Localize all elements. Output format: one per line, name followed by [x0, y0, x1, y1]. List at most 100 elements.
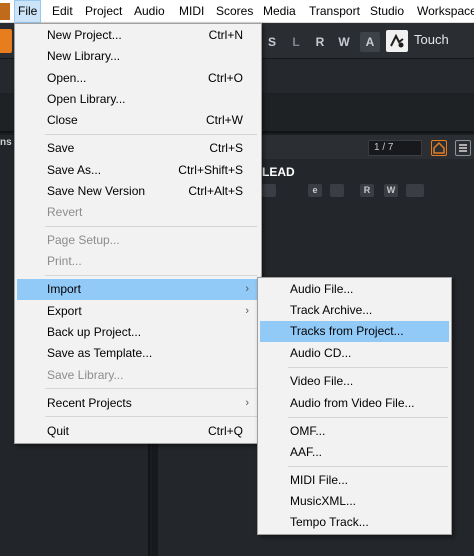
shortcut-label: Ctrl+W [206, 113, 243, 127]
menu-item-new-library[interactable]: New Library... [17, 46, 259, 67]
import-item-aaf[interactable]: AAF... [260, 442, 449, 463]
list-view-icon[interactable] [455, 140, 471, 156]
track-counter: 1 / 7 [368, 140, 422, 156]
menu-item-label: Tracks from Project... [290, 324, 404, 338]
read-button[interactable]: R [310, 32, 330, 52]
import-item-audio-from-video-file[interactable]: Audio from Video File... [260, 393, 449, 414]
track-write-button[interactable]: W [384, 184, 398, 197]
shortcut-label: Ctrl+S [209, 141, 243, 155]
import-item-audio-file[interactable]: Audio File... [260, 279, 449, 300]
file-menu: New Project... Ctrl+N New Library... Ope… [14, 23, 262, 444]
menu-item-label: Track Archive... [290, 303, 373, 317]
menu-item-label: OMF... [290, 424, 326, 438]
menu-item-label: MusicXML... [290, 494, 357, 508]
menu-media[interactable]: Media [263, 0, 296, 23]
write-button[interactable]: W [334, 32, 354, 52]
menu-item-revert: Revert [17, 202, 259, 223]
track-lanes-button[interactable] [406, 184, 424, 197]
shortcut-label: Ctrl+O [207, 71, 243, 85]
menu-separator [45, 226, 257, 227]
automation-button[interactable]: A [360, 32, 380, 52]
menu-item-label: Save As... [47, 163, 102, 177]
menu-item-label: Quit [47, 424, 70, 438]
menu-item-save-library: Save Library... [17, 365, 259, 386]
menu-item-save[interactable]: Save Ctrl+S [17, 138, 259, 159]
shortcut-label: Ctrl+Shift+S [178, 163, 243, 177]
menu-item-back-up-project[interactable]: Back up Project... [17, 322, 259, 343]
home-icon[interactable] [431, 140, 447, 156]
inspector-tab-label[interactable]: ns [0, 137, 12, 148]
solo-button[interactable]: S [262, 32, 282, 52]
import-item-tracks-from-project[interactable]: Tracks from Project... [260, 321, 449, 342]
menu-item-label: Open Library... [47, 92, 126, 106]
menu-item-import[interactable]: Import › [17, 279, 259, 300]
menu-audio[interactable]: Audio [134, 0, 165, 23]
menu-item-print: Print... [17, 251, 259, 272]
chevron-right-icon: › [245, 305, 249, 317]
app-icon [0, 3, 10, 20]
menu-item-label: Open... [47, 71, 87, 85]
import-item-video-file[interactable]: Video File... [260, 371, 449, 392]
toolbar-left-button[interactable] [0, 29, 12, 53]
menu-separator [45, 134, 257, 135]
menu-item-label: Audio File... [290, 282, 354, 296]
track-monitor-button[interactable] [330, 184, 344, 197]
menu-item-open-library[interactable]: Open Library... [17, 89, 259, 110]
menu-studio[interactable]: Studio [370, 0, 404, 23]
menu-item-label: Import [47, 282, 82, 296]
menu-item-label: Close [47, 113, 78, 127]
menu-workspace[interactable]: Workspace [417, 0, 474, 23]
menu-item-open[interactable]: Open... Ctrl+O [17, 68, 259, 89]
menu-item-close[interactable]: Close Ctrl+W [17, 110, 259, 131]
import-item-musicxml[interactable]: MusicXML... [260, 491, 449, 512]
listen-button[interactable]: L [286, 32, 306, 52]
menu-item-recent-projects[interactable]: Recent Projects › [17, 393, 259, 414]
menu-item-label: Video File... [290, 374, 354, 388]
shortcut-label: Ctrl+Alt+S [188, 184, 243, 198]
automation-mode-label: Touch [414, 32, 449, 47]
menu-item-label: Audio from Video File... [290, 396, 415, 410]
menu-item-new-project[interactable]: New Project... Ctrl+N [17, 25, 259, 46]
menu-transport[interactable]: Transport [309, 0, 360, 23]
import-item-midi-file[interactable]: MIDI File... [260, 470, 449, 491]
chevron-right-icon: › [245, 397, 249, 409]
import-item-tempo-track[interactable]: Tempo Track... [260, 512, 449, 533]
menu-item-label: Export [47, 304, 82, 318]
menu-item-label: AAF... [290, 445, 323, 459]
menu-item-label: Save [47, 141, 75, 155]
menu-item-export[interactable]: Export › [17, 301, 259, 322]
menu-item-label: Audio CD... [290, 346, 352, 360]
import-item-track-archive[interactable]: Track Archive... [260, 300, 449, 321]
menu-bar: File Edit Project Audio MIDI Scores Medi… [0, 0, 474, 23]
import-item-audio-cd[interactable]: Audio CD... [260, 343, 449, 364]
menu-separator [45, 416, 257, 417]
menu-file[interactable]: File [14, 0, 42, 23]
menu-separator [45, 275, 257, 276]
menu-item-label: New Library... [47, 49, 121, 63]
menu-item-page-setup: Page Setup... [17, 230, 259, 251]
chevron-right-icon: › [245, 283, 249, 295]
menu-project[interactable]: Project [85, 0, 122, 23]
track-power-button[interactable] [262, 184, 276, 197]
track-name[interactable]: LEAD [262, 165, 295, 179]
menu-item-label: Page Setup... [47, 233, 120, 247]
track-read-button[interactable]: R [360, 184, 374, 197]
menu-item-save-as[interactable]: Save As... Ctrl+Shift+S [17, 160, 259, 181]
menu-item-label: Revert [47, 205, 83, 219]
menu-item-label: Back up Project... [47, 325, 142, 339]
menu-midi[interactable]: MIDI [179, 0, 204, 23]
menu-edit[interactable]: Edit [52, 0, 73, 23]
shortcut-label: Ctrl+N [208, 28, 243, 42]
menu-scores[interactable]: Scores [216, 0, 253, 23]
menu-item-quit[interactable]: Quit Ctrl+Q [17, 421, 259, 442]
menu-item-label: New Project... [47, 28, 122, 42]
menu-item-label: Tempo Track... [290, 515, 369, 529]
track-edit-button[interactable]: e [308, 184, 322, 197]
menu-item-save-new-version[interactable]: Save New Version Ctrl+Alt+S [17, 181, 259, 202]
import-item-omf[interactable]: OMF... [260, 421, 449, 442]
shortcut-label: Ctrl+Q [207, 424, 243, 438]
menu-item-save-as-template[interactable]: Save as Template... [17, 343, 259, 364]
automation-mode-icon[interactable] [386, 30, 408, 52]
menu-item-label: Recent Projects [47, 396, 132, 410]
menu-item-label: Print... [47, 254, 82, 268]
